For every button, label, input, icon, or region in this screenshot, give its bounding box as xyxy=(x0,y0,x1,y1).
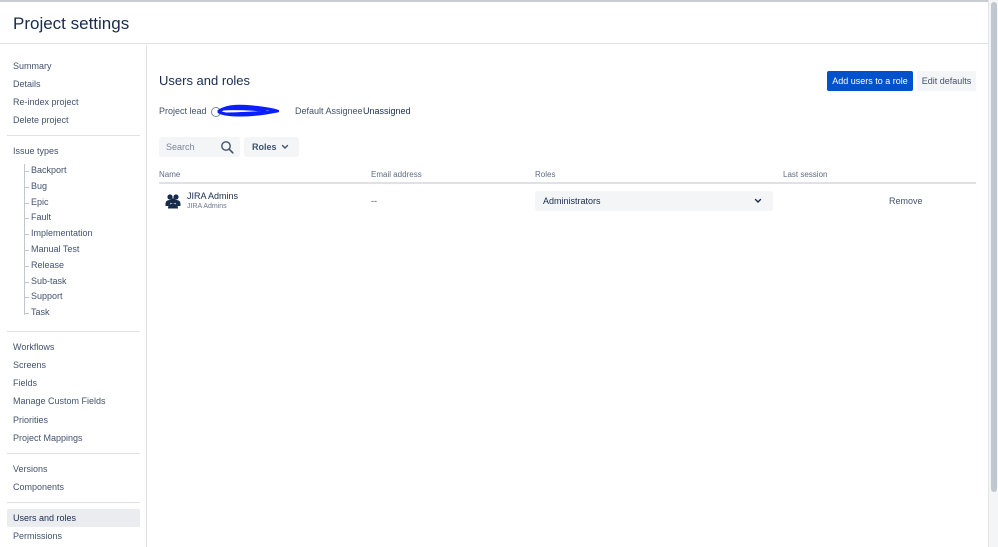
tree-tick xyxy=(24,203,29,204)
chevron-down-icon xyxy=(281,144,289,149)
sidebar-divider xyxy=(7,135,140,136)
default-assignee-value: Unassigned xyxy=(363,106,411,116)
tree-tick xyxy=(24,297,29,298)
edit-defaults-button[interactable]: Edit defaults xyxy=(917,71,976,91)
row-email: -- xyxy=(371,196,377,206)
sidebar-item-versions[interactable]: Versions xyxy=(13,464,48,474)
page-title: Project settings xyxy=(13,14,130,33)
tree-tick xyxy=(24,250,29,251)
sidebar-item-workflows[interactable]: Workflows xyxy=(13,342,54,352)
search-icon[interactable] xyxy=(220,140,234,154)
project-lead-label: Project lead xyxy=(159,106,207,116)
scrollbar[interactable] xyxy=(988,0,998,547)
tree-tick xyxy=(24,282,29,283)
issue-type-task[interactable]: Task xyxy=(31,307,50,317)
sidebar-divider xyxy=(7,502,140,503)
scrollbar-thumb[interactable] xyxy=(991,2,997,492)
column-header-email: Email address xyxy=(371,170,422,179)
sidebar-item-users-and-roles[interactable]: Users and roles xyxy=(13,513,76,523)
sidebar-item-priorities[interactable]: Priorities xyxy=(13,415,48,425)
issue-type-implementation[interactable]: Implementation xyxy=(31,228,93,238)
issue-type-sub-task[interactable]: Sub-task xyxy=(31,276,67,286)
sidebar-divider xyxy=(7,331,140,332)
sidebar-item-components[interactable]: Components xyxy=(13,482,64,492)
sidebar-item-screens[interactable]: Screens xyxy=(13,360,46,370)
issue-type-fault[interactable]: Fault xyxy=(31,212,51,222)
row-subtitle: JIRA Admins xyxy=(187,203,227,210)
sidebar-item-reindex-project[interactable]: Re-index project xyxy=(13,97,79,107)
sidebar-item-project-mappings[interactable]: Project Mappings xyxy=(13,433,83,443)
tree-tick xyxy=(24,218,29,219)
remove-link[interactable]: Remove xyxy=(889,196,923,206)
sidebar-item-fields[interactable]: Fields xyxy=(13,378,37,388)
issue-type-support[interactable]: Support xyxy=(31,291,63,301)
issue-type-bug[interactable]: Bug xyxy=(31,181,47,191)
search-field[interactable] xyxy=(159,137,240,157)
sidebar-item-delete-project[interactable]: Delete project xyxy=(13,115,69,125)
issue-type-manual-test[interactable]: Manual Test xyxy=(31,244,79,254)
column-header-roles: Roles xyxy=(535,170,556,179)
sidebar: Summary Details Re-index project Delete … xyxy=(0,45,147,547)
issue-type-backport[interactable]: Backport xyxy=(31,165,67,175)
table-header-divider xyxy=(159,182,976,184)
sidebar-item-summary[interactable]: Summary xyxy=(13,61,52,71)
tree-tick xyxy=(24,313,29,314)
redaction-scribble xyxy=(217,104,279,117)
sidebar-item-issue-types[interactable]: Issue types xyxy=(13,146,59,156)
roles-filter-dropdown[interactable]: Roles xyxy=(244,137,299,157)
group-icon xyxy=(165,194,181,209)
sidebar-item-details[interactable]: Details xyxy=(13,79,41,89)
search-input[interactable] xyxy=(166,140,218,154)
role-select-value: Administrators xyxy=(543,196,601,206)
column-header-name: Name xyxy=(159,170,181,179)
tree-tick xyxy=(24,234,29,235)
section-title: Users and roles xyxy=(159,73,251,88)
issue-type-release[interactable]: Release xyxy=(31,260,64,270)
sidebar-item-permissions[interactable]: Permissions xyxy=(13,531,62,541)
tree-tick xyxy=(24,187,29,188)
tree-tick xyxy=(24,171,29,172)
chevron-down-icon xyxy=(754,198,762,203)
add-users-to-role-button[interactable]: Add users to a role xyxy=(827,71,913,91)
issue-type-epic[interactable]: Epic xyxy=(31,197,49,207)
row-name[interactable]: JIRA Admins xyxy=(187,191,238,201)
sidebar-divider xyxy=(7,453,140,454)
tree-tick xyxy=(24,266,29,267)
sidebar-item-manage-custom-fields[interactable]: Manage Custom Fields xyxy=(13,396,106,406)
role-select-dropdown[interactable]: Administrators xyxy=(535,191,773,211)
column-header-last-session: Last session xyxy=(783,170,828,179)
roles-filter-label: Roles xyxy=(252,142,277,152)
page-header: Project settings xyxy=(0,2,988,44)
default-assignee-label: Default Assignee xyxy=(295,106,363,116)
